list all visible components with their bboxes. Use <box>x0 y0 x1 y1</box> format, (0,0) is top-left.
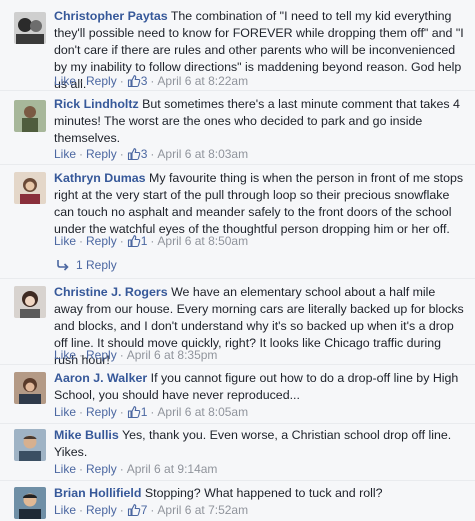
divider <box>0 480 475 481</box>
comment-body: Rick Lindholtz But sometimes there's a l… <box>54 96 467 147</box>
avatar[interactable] <box>14 100 46 132</box>
timestamp[interactable]: April 6 at 8:05am <box>157 405 248 419</box>
comment-author[interactable]: Christopher Paytas <box>54 9 168 23</box>
separator: · <box>150 503 155 517</box>
comment-actions: Like · Reply · 1 · April 6 at 8:05am <box>54 405 248 423</box>
separator: · <box>79 462 84 476</box>
reply-link[interactable]: Reply <box>86 503 117 517</box>
comment-actions: Like · Reply · 1 · April 6 at 8:50am <box>54 234 248 252</box>
comment-body: Aaron J. Walker If you cannot figure out… <box>54 370 467 404</box>
separator: · <box>150 74 155 88</box>
reply-link[interactable]: Reply <box>86 147 117 161</box>
comment-author[interactable]: Rick Lindholtz <box>54 97 139 111</box>
separator: · <box>119 503 124 517</box>
reply-arrow-icon <box>56 259 70 275</box>
avatar[interactable] <box>14 172 46 204</box>
like-link[interactable]: Like <box>54 503 76 517</box>
avatar[interactable] <box>14 429 46 461</box>
timestamp[interactable]: April 6 at 8:03am <box>157 147 248 161</box>
reply-link[interactable]: Reply <box>86 74 117 88</box>
avatar[interactable] <box>14 487 46 519</box>
separator: · <box>79 234 84 248</box>
like-link[interactable]: Like <box>54 234 76 248</box>
like-link[interactable]: Like <box>54 74 76 88</box>
comment-author[interactable]: Aaron J. Walker <box>54 371 147 385</box>
like-link[interactable]: Like <box>54 147 76 161</box>
timestamp[interactable]: April 6 at 8:50am <box>157 234 248 248</box>
like-link[interactable]: Like <box>54 462 76 476</box>
divider <box>0 164 475 165</box>
separator: · <box>119 234 124 248</box>
comment-actions: Like · Reply · April 6 at 9:14am <box>54 462 217 477</box>
comment-thread: Christopher Paytas The combination of "I… <box>0 0 475 521</box>
separator: · <box>79 147 84 161</box>
timestamp[interactable]: April 6 at 9:14am <box>127 462 218 476</box>
avatar[interactable] <box>14 372 46 404</box>
separator: · <box>150 147 155 161</box>
comment-body: Brian Hollifield Stopping? What happened… <box>54 485 467 502</box>
comment-author[interactable]: Brian Hollifield <box>54 486 141 500</box>
avatar[interactable] <box>14 286 46 318</box>
reply-link[interactable]: Reply <box>86 405 117 419</box>
reply-link[interactable]: Reply <box>86 462 117 476</box>
separator: · <box>150 234 155 248</box>
view-replies-label[interactable]: 1 Reply <box>76 258 117 272</box>
reply-link[interactable]: Reply <box>86 348 117 362</box>
comment-text: Stopping? What happened to tuck and roll… <box>144 486 383 500</box>
like-thumb-icon[interactable] <box>127 147 141 165</box>
view-replies-link[interactable]: 1 Reply <box>56 257 117 275</box>
like-thumb-icon[interactable] <box>127 234 141 252</box>
divider <box>0 278 475 279</box>
like-thumb-icon[interactable] <box>127 503 141 521</box>
like-link[interactable]: Like <box>54 405 76 419</box>
comment-body: Kathryn Dumas My favourite thing is when… <box>54 170 467 238</box>
divider <box>0 364 475 365</box>
comment-actions: Like · Reply · 3 · April 6 at 8:03am <box>54 147 248 165</box>
like-thumb-icon[interactable] <box>127 405 141 423</box>
reply-link[interactable]: Reply <box>86 234 117 248</box>
avatar[interactable] <box>14 12 46 44</box>
comment-author[interactable]: Christine J. Rogers <box>54 285 168 299</box>
separator: · <box>119 462 124 476</box>
separator: · <box>79 405 84 419</box>
comment-author[interactable]: Mike Bullis <box>54 428 119 442</box>
separator: · <box>79 348 84 362</box>
timestamp[interactable]: April 6 at 7:52am <box>157 503 248 517</box>
divider <box>0 90 475 91</box>
timestamp[interactable]: April 6 at 8:35pm <box>127 348 218 362</box>
comment-actions: Like · Reply · April 6 at 8:35pm <box>54 348 217 363</box>
separator: · <box>150 405 155 419</box>
comment-author[interactable]: Kathryn Dumas <box>54 171 146 185</box>
comment-body: Mike Bullis Yes, thank you. Even worse, … <box>54 427 467 461</box>
separator: · <box>79 503 84 517</box>
separator: · <box>119 74 124 88</box>
like-link[interactable]: Like <box>54 348 76 362</box>
separator: · <box>119 147 124 161</box>
separator: · <box>119 405 124 419</box>
divider <box>0 423 475 424</box>
separator: · <box>119 348 124 362</box>
separator: · <box>79 74 84 88</box>
comment-actions: Like · Reply · 7 · April 6 at 7:52am <box>54 503 248 521</box>
timestamp[interactable]: April 6 at 8:22am <box>157 74 248 88</box>
